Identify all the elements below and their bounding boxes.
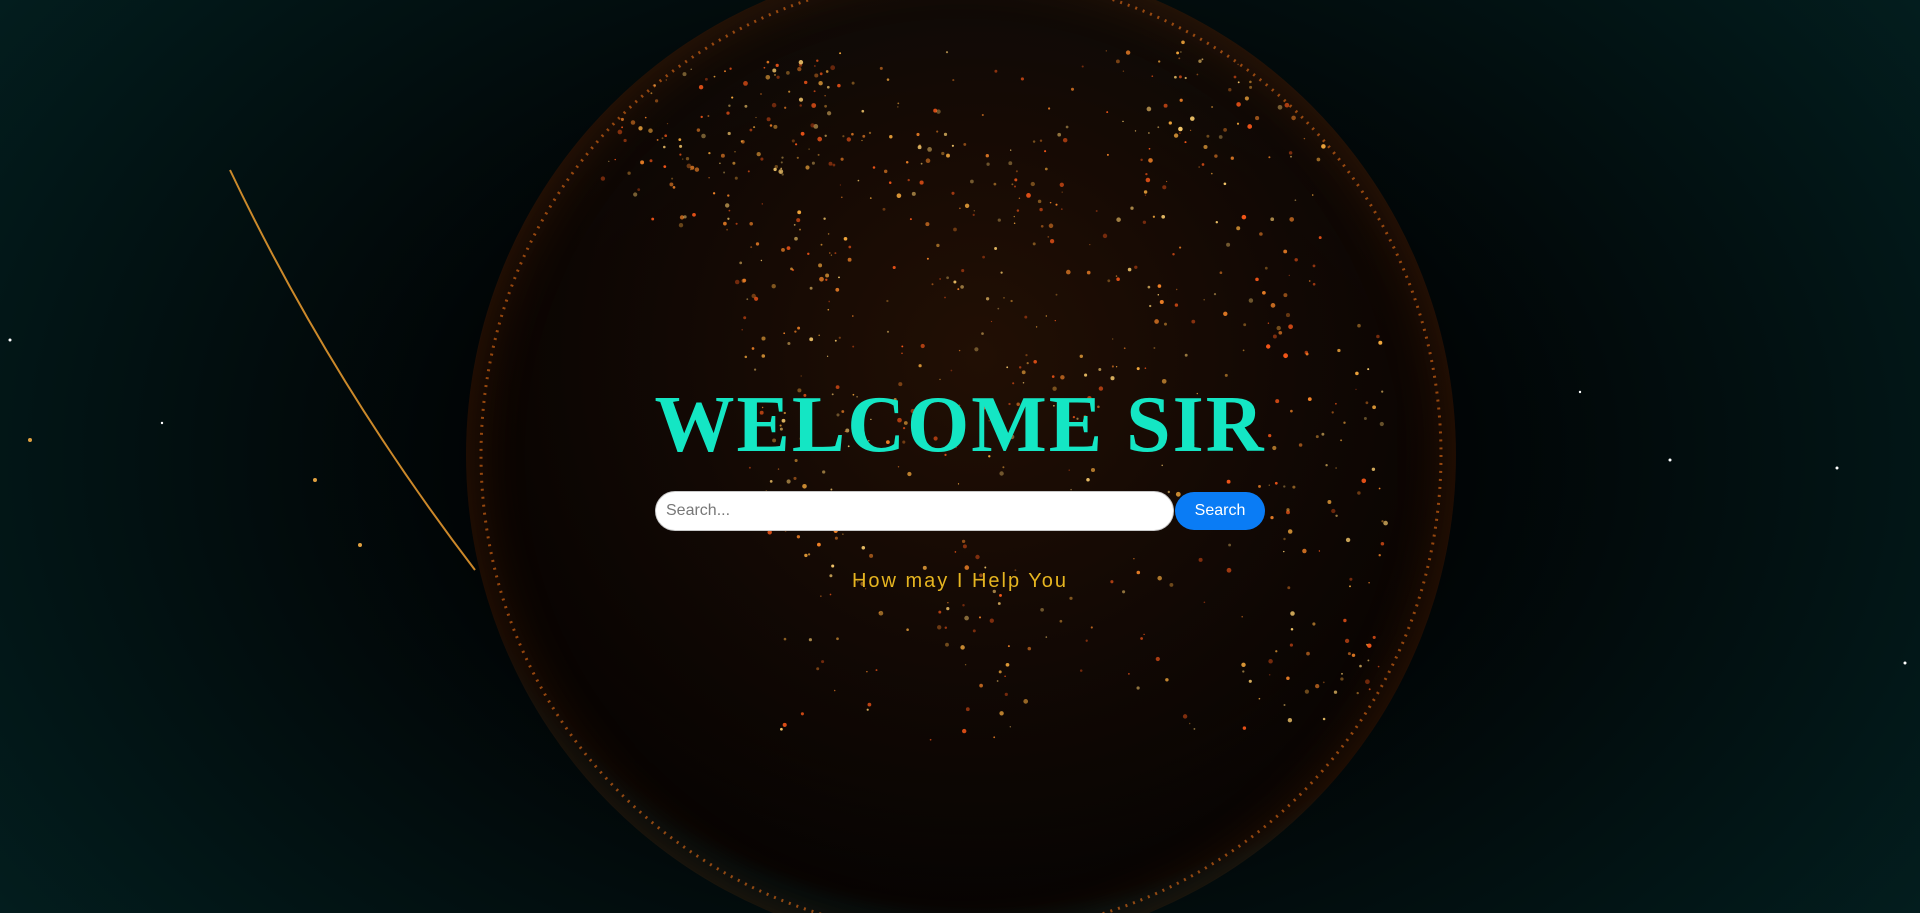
search-button[interactable]: Search bbox=[1175, 492, 1265, 530]
page-root: WELCOME SIR Search How may I Help You bbox=[0, 0, 1920, 913]
help-tagline: How may I Help You bbox=[851, 570, 1069, 592]
search-bar: Search bbox=[655, 491, 1265, 531]
hero-section: WELCOME SIR Search How may I Help You bbox=[0, 0, 1920, 913]
welcome-title: WELCOME SIR bbox=[654, 381, 1266, 469]
search-input[interactable] bbox=[655, 491, 1174, 531]
